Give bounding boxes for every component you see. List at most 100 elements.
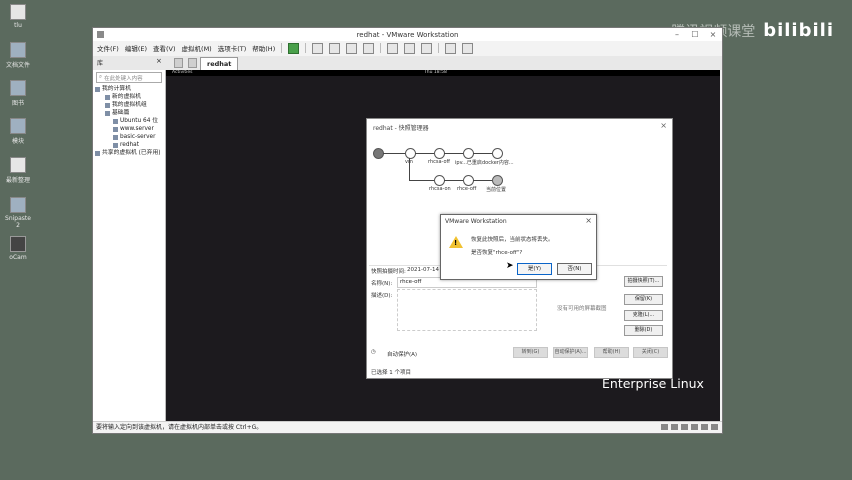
library-close-icon[interactable]: × [156, 57, 162, 65]
home-icon[interactable] [174, 58, 183, 68]
menu-view[interactable]: 查看(V) [153, 43, 176, 53]
clone-button[interactable]: 克隆(L)... [624, 310, 663, 321]
tree-item-shared-vms[interactable]: 共享的虚拟机 (已弃用) [93, 149, 165, 157]
desktop-icon-3[interactable]: 图书 [3, 80, 33, 107]
revert-confirm-dialog: VMware Workstation × ! 恢复此快照后，当前状态将丢失。 是… [440, 214, 597, 280]
yes-button[interactable]: 是(Y) [517, 263, 552, 275]
document-icon [10, 157, 26, 173]
separator [380, 43, 382, 53]
hdd-icon[interactable] [661, 424, 668, 430]
desktop-icon-2[interactable]: 文档文件 [3, 42, 33, 69]
no-button[interactable]: 否(N) [557, 263, 592, 275]
close-icon[interactable]: × [704, 28, 722, 41]
sound-icon[interactable] [701, 424, 708, 430]
tab-redhat[interactable]: redhat [200, 57, 239, 71]
send-keys-icon[interactable] [312, 42, 324, 54]
document-icon [10, 4, 26, 20]
minimize-icon[interactable]: – [668, 28, 686, 41]
gnome-top-bar: Activities Thu 18:58 [166, 70, 720, 76]
snapshot-label: rhcsa-on [429, 186, 451, 192]
connector [444, 153, 463, 154]
desktop-icon-1[interactable]: tlu [3, 4, 33, 29]
autoprotect-icon: ◷ [371, 349, 376, 355]
connector [473, 153, 492, 154]
delete-button[interactable]: 删除(D) [624, 325, 663, 336]
tree-item-ubuntu[interactable]: Ubuntu 64 位 [93, 117, 165, 125]
tab-bar: 库 × redhat [93, 56, 722, 71]
status-text: 要将输入定向到该虚拟机，请在虚拟机内部单击或按 Ctrl+G。 [96, 424, 263, 431]
name-label: 名称(N): [371, 281, 393, 287]
console-icon[interactable] [445, 42, 457, 54]
folder-icon [105, 110, 110, 116]
help-button[interactable]: 帮助(H) [594, 347, 629, 358]
desktop-icon-label: Snipaste 2 [5, 215, 31, 229]
snapshot-node[interactable] [492, 148, 503, 159]
tree-item-new-vm[interactable]: 新的虚拟机 [93, 93, 165, 101]
description-input[interactable] [397, 289, 537, 331]
usb-icon[interactable] [691, 424, 698, 430]
tree-item-redhat[interactable]: redhat [93, 141, 165, 149]
vm-icon [113, 126, 118, 132]
desktop-icon-5[interactable]: 最新整理 [3, 157, 33, 184]
revert-snapshot-icon[interactable] [346, 42, 358, 54]
snapshot-label: rhce-off [457, 186, 477, 192]
menu-file[interactable]: 文件(F) [97, 43, 119, 53]
desktop-icon-4[interactable]: 模块 [3, 118, 33, 145]
fullscreen-icon[interactable] [462, 42, 474, 54]
bilibili-logo: bilibili [763, 20, 834, 41]
tree-item-basic-server[interactable]: basic-server [93, 133, 165, 141]
library-panel: ⌕ 在此处键入内容 我的计算机 新的虚拟机 我的虚拟机组 基础篇 Ubuntu … [93, 70, 166, 421]
connector [473, 180, 492, 181]
connector [409, 158, 410, 180]
keep-button[interactable]: 保留(K) [624, 294, 663, 305]
close-icon[interactable]: × [660, 121, 667, 130]
tree-item-basics[interactable]: 基础篇 [93, 109, 165, 117]
menu-vm[interactable]: 虚拟机(M) [182, 43, 212, 53]
desktop-icon-label: tlu [14, 22, 22, 29]
power-on-icon[interactable] [288, 42, 300, 54]
folder-icon [10, 42, 26, 58]
display-icon[interactable] [711, 424, 718, 430]
close-button[interactable]: 关闭(C) [633, 347, 668, 358]
snapshot-label: rhcsa-off [428, 159, 450, 165]
menu-edit[interactable]: 编辑(E) [125, 43, 147, 53]
autoprotect-label[interactable]: 自动保护(A) [387, 350, 417, 358]
tree-item-www-server[interactable]: www.server [93, 125, 165, 133]
menu-tabs[interactable]: 选项卡(T) [218, 43, 247, 53]
folder-icon [10, 80, 26, 96]
autoprotect-button[interactable]: 自动保护(A)... [553, 347, 588, 358]
tab-list-icon[interactable] [188, 58, 197, 68]
cdrom-icon[interactable] [671, 424, 678, 430]
library-search[interactable]: ⌕ 在此处键入内容 [96, 72, 162, 83]
menu-help[interactable]: 帮助(H) [252, 43, 275, 53]
warning-mark: ! [454, 239, 458, 247]
desktop-icon-6[interactable]: Snipaste 2 [3, 197, 33, 229]
snapshot-label: 当前位置 [486, 187, 507, 193]
desktop-icon-label: 文档文件 [5, 62, 30, 69]
tree-item-my-computer[interactable]: 我的计算机 [93, 85, 165, 93]
thumbnail-icon[interactable] [404, 42, 416, 54]
computer-icon [95, 86, 100, 92]
network-icon[interactable] [681, 424, 688, 430]
taken-label: 快照拍摄时间: [371, 269, 406, 275]
status-bar: 要将输入定向到该虚拟机，请在虚拟机内部单击或按 Ctrl+G。 [93, 421, 722, 433]
go-to-button[interactable]: 转到(G) [513, 347, 548, 358]
device-icons [661, 424, 718, 430]
view-icon[interactable] [421, 42, 433, 54]
desktop-icon-label: 最新整理 [5, 177, 30, 184]
maximize-icon[interactable]: ☐ [686, 28, 704, 41]
library-icon[interactable] [387, 42, 399, 54]
close-icon[interactable]: × [585, 216, 592, 225]
title-bar[interactable]: redhat - VMware Workstation – ☐ × [93, 28, 722, 41]
name-input-value: rhce-off [400, 279, 422, 285]
snapshot-icon[interactable] [329, 42, 341, 54]
dialog-message-2: 是否恢复"rhce-off"? [471, 250, 523, 256]
connector [444, 180, 463, 181]
gnome-activities[interactable]: Activities [172, 70, 193, 75]
desktop-icon-7[interactable]: oCam [3, 236, 33, 261]
separator [438, 43, 440, 53]
tree-item-vm-group[interactable]: 我的虚拟机组 [93, 101, 165, 109]
folder-icon [10, 118, 26, 134]
snapshot-manager-icon[interactable] [363, 42, 375, 54]
take-snapshot-button[interactable]: 拍摄快照(T)... [624, 276, 663, 287]
